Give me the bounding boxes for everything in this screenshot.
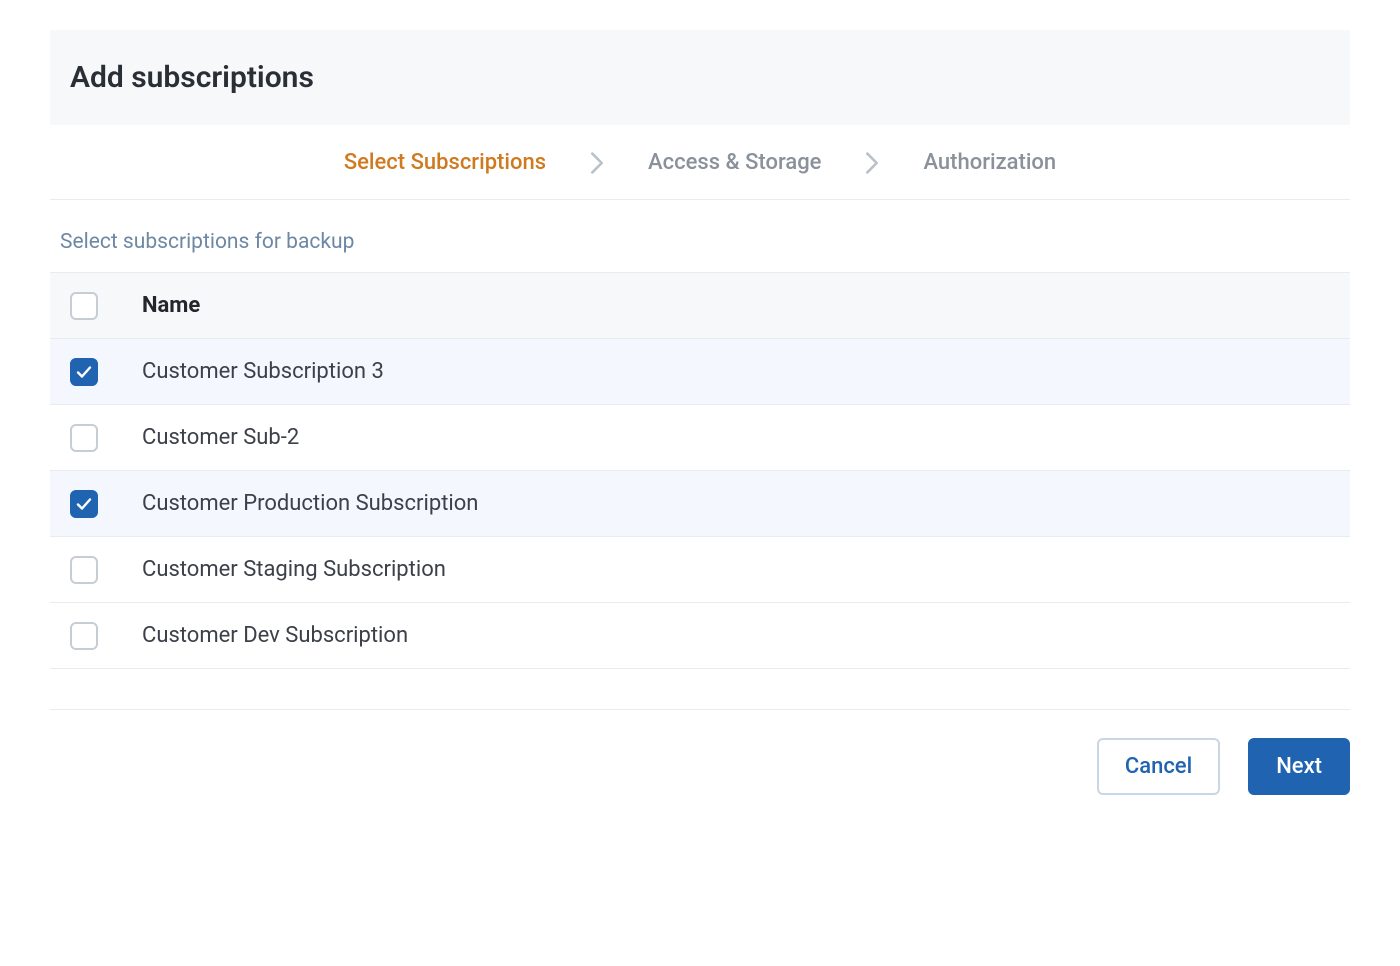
table-row[interactable]: Customer Staging Subscription — [50, 537, 1350, 603]
subscription-name: Customer Sub-2 — [142, 425, 299, 450]
table-row[interactable]: Customer Sub-2 — [50, 405, 1350, 471]
wizard-footer: Cancel Next — [50, 709, 1350, 795]
cancel-button[interactable]: Cancel — [1097, 738, 1220, 795]
select-all-checkbox[interactable] — [70, 292, 98, 320]
step-access-storage[interactable]: Access & Storage — [648, 150, 821, 175]
wizard-steps: Select Subscriptions Access & Storage Au… — [50, 126, 1350, 200]
row-checkbox[interactable] — [70, 358, 98, 386]
subscription-name: Customer Production Subscription — [142, 491, 478, 516]
step-select-subscriptions[interactable]: Select Subscriptions — [344, 150, 546, 175]
row-checkbox[interactable] — [70, 556, 98, 584]
table-row[interactable]: Customer Subscription 3 — [50, 339, 1350, 405]
chevron-right-icon — [865, 152, 879, 174]
row-checkbox[interactable] — [70, 622, 98, 650]
step-authorization[interactable]: Authorization — [923, 150, 1056, 175]
subscription-name: Customer Dev Subscription — [142, 623, 408, 648]
page-title: Add subscriptions — [70, 60, 1330, 95]
subscriptions-table: Name Customer Subscription 3 Customer Sub… — [50, 272, 1350, 669]
wizard-panel: Add subscriptions Select Subscriptions A… — [0, 0, 1400, 835]
table-row[interactable]: Customer Dev Subscription — [50, 603, 1350, 669]
next-button[interactable]: Next — [1248, 738, 1350, 795]
section-label: Select subscriptions for backup — [50, 200, 1350, 272]
row-checkbox[interactable] — [70, 490, 98, 518]
wizard-header: Add subscriptions — [50, 30, 1350, 126]
row-checkbox[interactable] — [70, 424, 98, 452]
subscription-name: Customer Subscription 3 — [142, 359, 384, 384]
chevron-right-icon — [590, 152, 604, 174]
table-row[interactable]: Customer Production Subscription — [50, 471, 1350, 537]
table-header-row: Name — [50, 273, 1350, 339]
column-header-name: Name — [142, 293, 200, 318]
subscription-name: Customer Staging Subscription — [142, 557, 446, 582]
